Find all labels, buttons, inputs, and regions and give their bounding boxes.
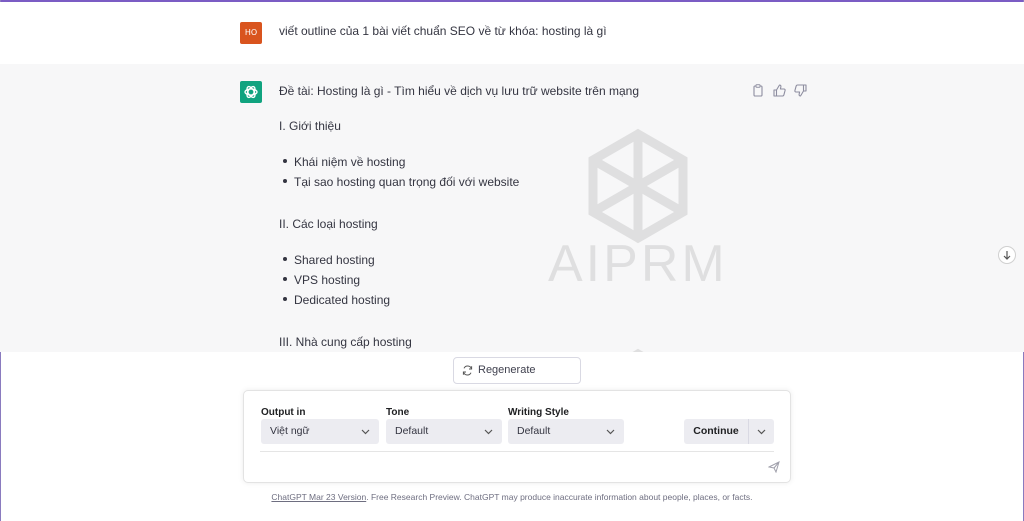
chevron-down-icon [606, 429, 615, 435]
user-message-text: viết outline của 1 bài viết chuẩn SEO về… [279, 24, 607, 38]
refresh-icon [462, 365, 473, 376]
list-item: VPS hosting [283, 273, 739, 293]
writing-style-value: Default [517, 425, 551, 437]
chevron-down-icon [361, 429, 370, 435]
copy-icon[interactable] [752, 84, 766, 98]
chevron-down-icon [757, 429, 766, 435]
outline-heading: I. Giới thiệu [279, 119, 341, 133]
continue-button[interactable]: Continue [684, 419, 748, 444]
outline-list: Shared hosting VPS hosting Dedicated hos… [279, 253, 739, 313]
scroll-to-bottom-button[interactable] [998, 246, 1016, 264]
list-item: Dedicated hosting [283, 293, 739, 313]
panel-divider [260, 451, 774, 452]
tone-label: Tone [386, 407, 410, 418]
writing-style-label: Writing Style [508, 407, 569, 418]
assistant-message-content: Đề tài: Hosting là gì - Tìm hiểu về dịch… [279, 84, 739, 352]
continue-dropdown-button[interactable] [748, 419, 774, 444]
outline-list: Khái niệm về hosting Tại sao hosting qua… [279, 155, 739, 195]
prompt-panel: Output in Việt ngữ Tone Default Writing … [243, 390, 791, 483]
version-link[interactable]: ChatGPT Mar 23 Version [271, 492, 366, 502]
output-language-select[interactable]: Việt ngữ [261, 419, 379, 444]
chevron-down-icon [484, 429, 493, 435]
send-icon[interactable] [768, 461, 780, 473]
user-message-row: HO viết outline của 1 bài viết chuẩn SEO… [0, 2, 1024, 65]
list-item: Shared hosting [283, 253, 739, 273]
assistant-avatar [240, 81, 262, 103]
writing-style-select[interactable]: Default [508, 419, 624, 444]
outline-heading: II. Các loại hosting [279, 217, 378, 231]
footer-text: . Free Research Preview. ChatGPT may pro… [366, 492, 753, 502]
footer-disclaimer: ChatGPT Mar 23 Version. Free Research Pr… [0, 492, 1024, 502]
outline-heading: III. Nhà cung cấp hosting [279, 335, 412, 349]
regenerate-response-button[interactable]: Regenerate response [453, 357, 581, 401]
user-avatar: HO [240, 22, 262, 44]
list-item: Tại sao hosting quan trọng đối với websi… [283, 175, 739, 195]
tone-value: Default [395, 425, 429, 437]
thumbs-down-icon[interactable] [794, 84, 808, 98]
tone-select[interactable]: Default [386, 419, 502, 444]
arrow-down-icon [1003, 251, 1011, 260]
thumbs-up-icon[interactable] [773, 84, 787, 98]
list-item: Khái niệm về hosting [283, 155, 739, 175]
message-actions [752, 84, 808, 98]
output-language-value: Việt ngữ [270, 425, 310, 437]
assistant-message-row: AIPRM Đề tài: Hosting là gì - Tìm hiểu v… [0, 64, 1024, 352]
openai-logo-icon [244, 85, 258, 99]
outline-title: Đề tài: Hosting là gì - Tìm hiểu về dịch… [279, 84, 639, 98]
output-label: Output in [261, 407, 306, 418]
